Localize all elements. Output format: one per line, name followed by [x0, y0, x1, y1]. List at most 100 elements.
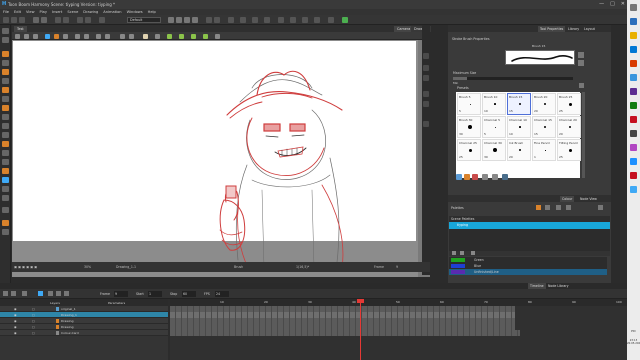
workspace-select[interactable]: Default	[127, 17, 161, 23]
view-flatten-icon[interactable]	[191, 34, 196, 39]
loop-play-icon[interactable]	[38, 291, 43, 296]
contour-tool-icon[interactable]	[2, 37, 9, 43]
palette-remove-icon[interactable]	[566, 205, 571, 210]
brush-preset[interactable]: Brush 5 5	[457, 93, 481, 115]
sound-icon[interactable]	[228, 17, 234, 23]
frame-ruler[interactable]: 10 20 30 40 50 60 70 80 90 100	[170, 299, 627, 306]
morph-tool-icon[interactable]	[2, 229, 9, 235]
taskbar-store-icon[interactable]	[630, 46, 637, 53]
taskbar-app8-icon[interactable]	[630, 172, 637, 179]
playhead[interactable]	[360, 299, 361, 360]
view-more-icon[interactable]	[215, 34, 220, 39]
keyframe-icon[interactable]	[252, 17, 258, 23]
taskbar-app7-icon[interactable]	[630, 158, 637, 165]
brush-preset[interactable]: Charcoal 20 20	[557, 116, 581, 138]
remove-colour-icon[interactable]	[460, 251, 464, 255]
view-smooth-icon[interactable]	[167, 34, 172, 39]
view-flip-h-icon[interactable]	[75, 34, 80, 39]
close-button[interactable]: ✕	[621, 1, 625, 7]
max-size-slider[interactable]	[453, 77, 573, 80]
select-tool-icon[interactable]	[2, 28, 9, 34]
colour-edit-icon[interactable]	[471, 251, 475, 255]
view-color-icon[interactable]	[54, 34, 59, 39]
polyline-tool-icon[interactable]	[2, 132, 9, 138]
taskbar-app-icon[interactable]	[630, 60, 637, 67]
palette-lock-icon[interactable]	[536, 205, 541, 210]
export-icon[interactable]	[328, 17, 334, 23]
light-table-icon[interactable]	[99, 17, 105, 23]
last-frame-icon[interactable]	[64, 291, 69, 296]
rotate-view-tool-icon[interactable]	[2, 207, 9, 213]
brush-preset[interactable]: Fine Pencil 1	[532, 139, 556, 161]
draw-behind-icon[interactable]	[492, 174, 498, 180]
select-icon[interactable]	[55, 17, 61, 23]
view-arrange-icon[interactable]	[155, 34, 160, 39]
fit-view-icon[interactable]	[423, 101, 429, 107]
deform-icon[interactable]	[290, 17, 296, 23]
taskbar-app6-icon[interactable]	[630, 144, 637, 151]
motion-icon[interactable]	[264, 17, 270, 23]
brush-preset[interactable]: Tilting Pencil 25	[557, 139, 581, 161]
taskbar-app2-icon[interactable]	[630, 74, 637, 81]
delete-layer-icon[interactable]	[11, 291, 16, 296]
minimize-button[interactable]: —	[599, 1, 604, 7]
layer-lock-icon[interactable]: ▢	[32, 330, 35, 336]
pressure-icon[interactable]	[464, 174, 470, 180]
presets-menu-icon[interactable]	[579, 83, 584, 88]
add-layer-icon[interactable]	[3, 291, 8, 296]
perspective-tool-icon[interactable]	[2, 159, 9, 165]
hand-tool-icon[interactable]	[2, 195, 9, 201]
zoom-tool-icon[interactable]	[2, 186, 9, 192]
line-tool-icon[interactable]	[2, 105, 9, 111]
drawing-canvas[interactable]	[12, 40, 430, 277]
layout-icon[interactable]	[77, 17, 83, 23]
taskbar-app5-icon[interactable]	[630, 130, 637, 137]
onion-skin-icon[interactable]	[206, 17, 212, 23]
brush-preset[interactable]: Charcoal 15 15	[532, 116, 556, 138]
brush-preset[interactable]: Charcoal 10 10	[507, 116, 531, 138]
play-timeline-icon[interactable]	[56, 291, 61, 296]
taskbar-pdf-icon[interactable]	[630, 116, 637, 123]
view-reset-icon[interactable]	[45, 34, 50, 39]
taskbar-app4-icon[interactable]	[630, 102, 637, 109]
auto-flatten-icon[interactable]	[472, 174, 478, 180]
loop-icon[interactable]	[214, 17, 220, 23]
reset-view-icon[interactable]	[423, 91, 429, 97]
view-mask-icon[interactable]	[63, 34, 68, 39]
cutter-tool-icon[interactable]	[2, 141, 9, 147]
peg-icon[interactable]	[278, 17, 284, 23]
layer-row[interactable]: ◉ ▢ Colour-Card	[0, 330, 168, 336]
onion-icon[interactable]	[423, 121, 429, 127]
brush-tool-icon[interactable]	[2, 51, 9, 57]
view-align-icon[interactable]	[96, 34, 101, 39]
transform-icon[interactable]	[63, 17, 69, 23]
tab-tool-properties[interactable]: Tool Properties	[538, 26, 566, 32]
eraser-tool-icon[interactable]	[2, 69, 9, 75]
layer-visibility-icon[interactable]: ◉	[14, 330, 17, 336]
view-flip-v-icon[interactable]	[84, 34, 89, 39]
frame-field[interactable]: 9	[114, 291, 128, 297]
dropper-tool-icon[interactable]	[2, 96, 9, 102]
open-icon[interactable]	[11, 17, 17, 23]
camera-tool-icon[interactable]	[2, 220, 9, 226]
layer-props-icon[interactable]	[22, 291, 27, 296]
start-field[interactable]: 1	[148, 291, 162, 297]
add-colour-icon[interactable]	[452, 251, 456, 255]
view-ungroup-icon[interactable]	[129, 34, 134, 39]
view-mode-icon[interactable]	[423, 53, 429, 59]
save-icon[interactable]	[19, 17, 25, 23]
taskbar-edge-icon[interactable]	[630, 18, 637, 25]
view-brush-icon[interactable]	[24, 34, 29, 39]
maximize-button[interactable]: □	[610, 1, 615, 7]
auto-close-icon[interactable]	[502, 174, 508, 180]
play-first-icon[interactable]	[168, 17, 174, 23]
camera-icon[interactable]	[240, 17, 246, 23]
brush-options-icon[interactable]	[578, 52, 584, 58]
undo-icon[interactable]	[33, 17, 39, 23]
view-convert-icon[interactable]	[203, 34, 208, 39]
new-icon[interactable]	[3, 17, 9, 23]
ellipse-tool-icon[interactable]	[2, 123, 9, 129]
preview-icon[interactable]	[314, 17, 320, 23]
brush-preset[interactable]: Charcoal 30 30	[482, 139, 506, 161]
brush-preset[interactable]: Brush 20 20	[532, 93, 556, 115]
